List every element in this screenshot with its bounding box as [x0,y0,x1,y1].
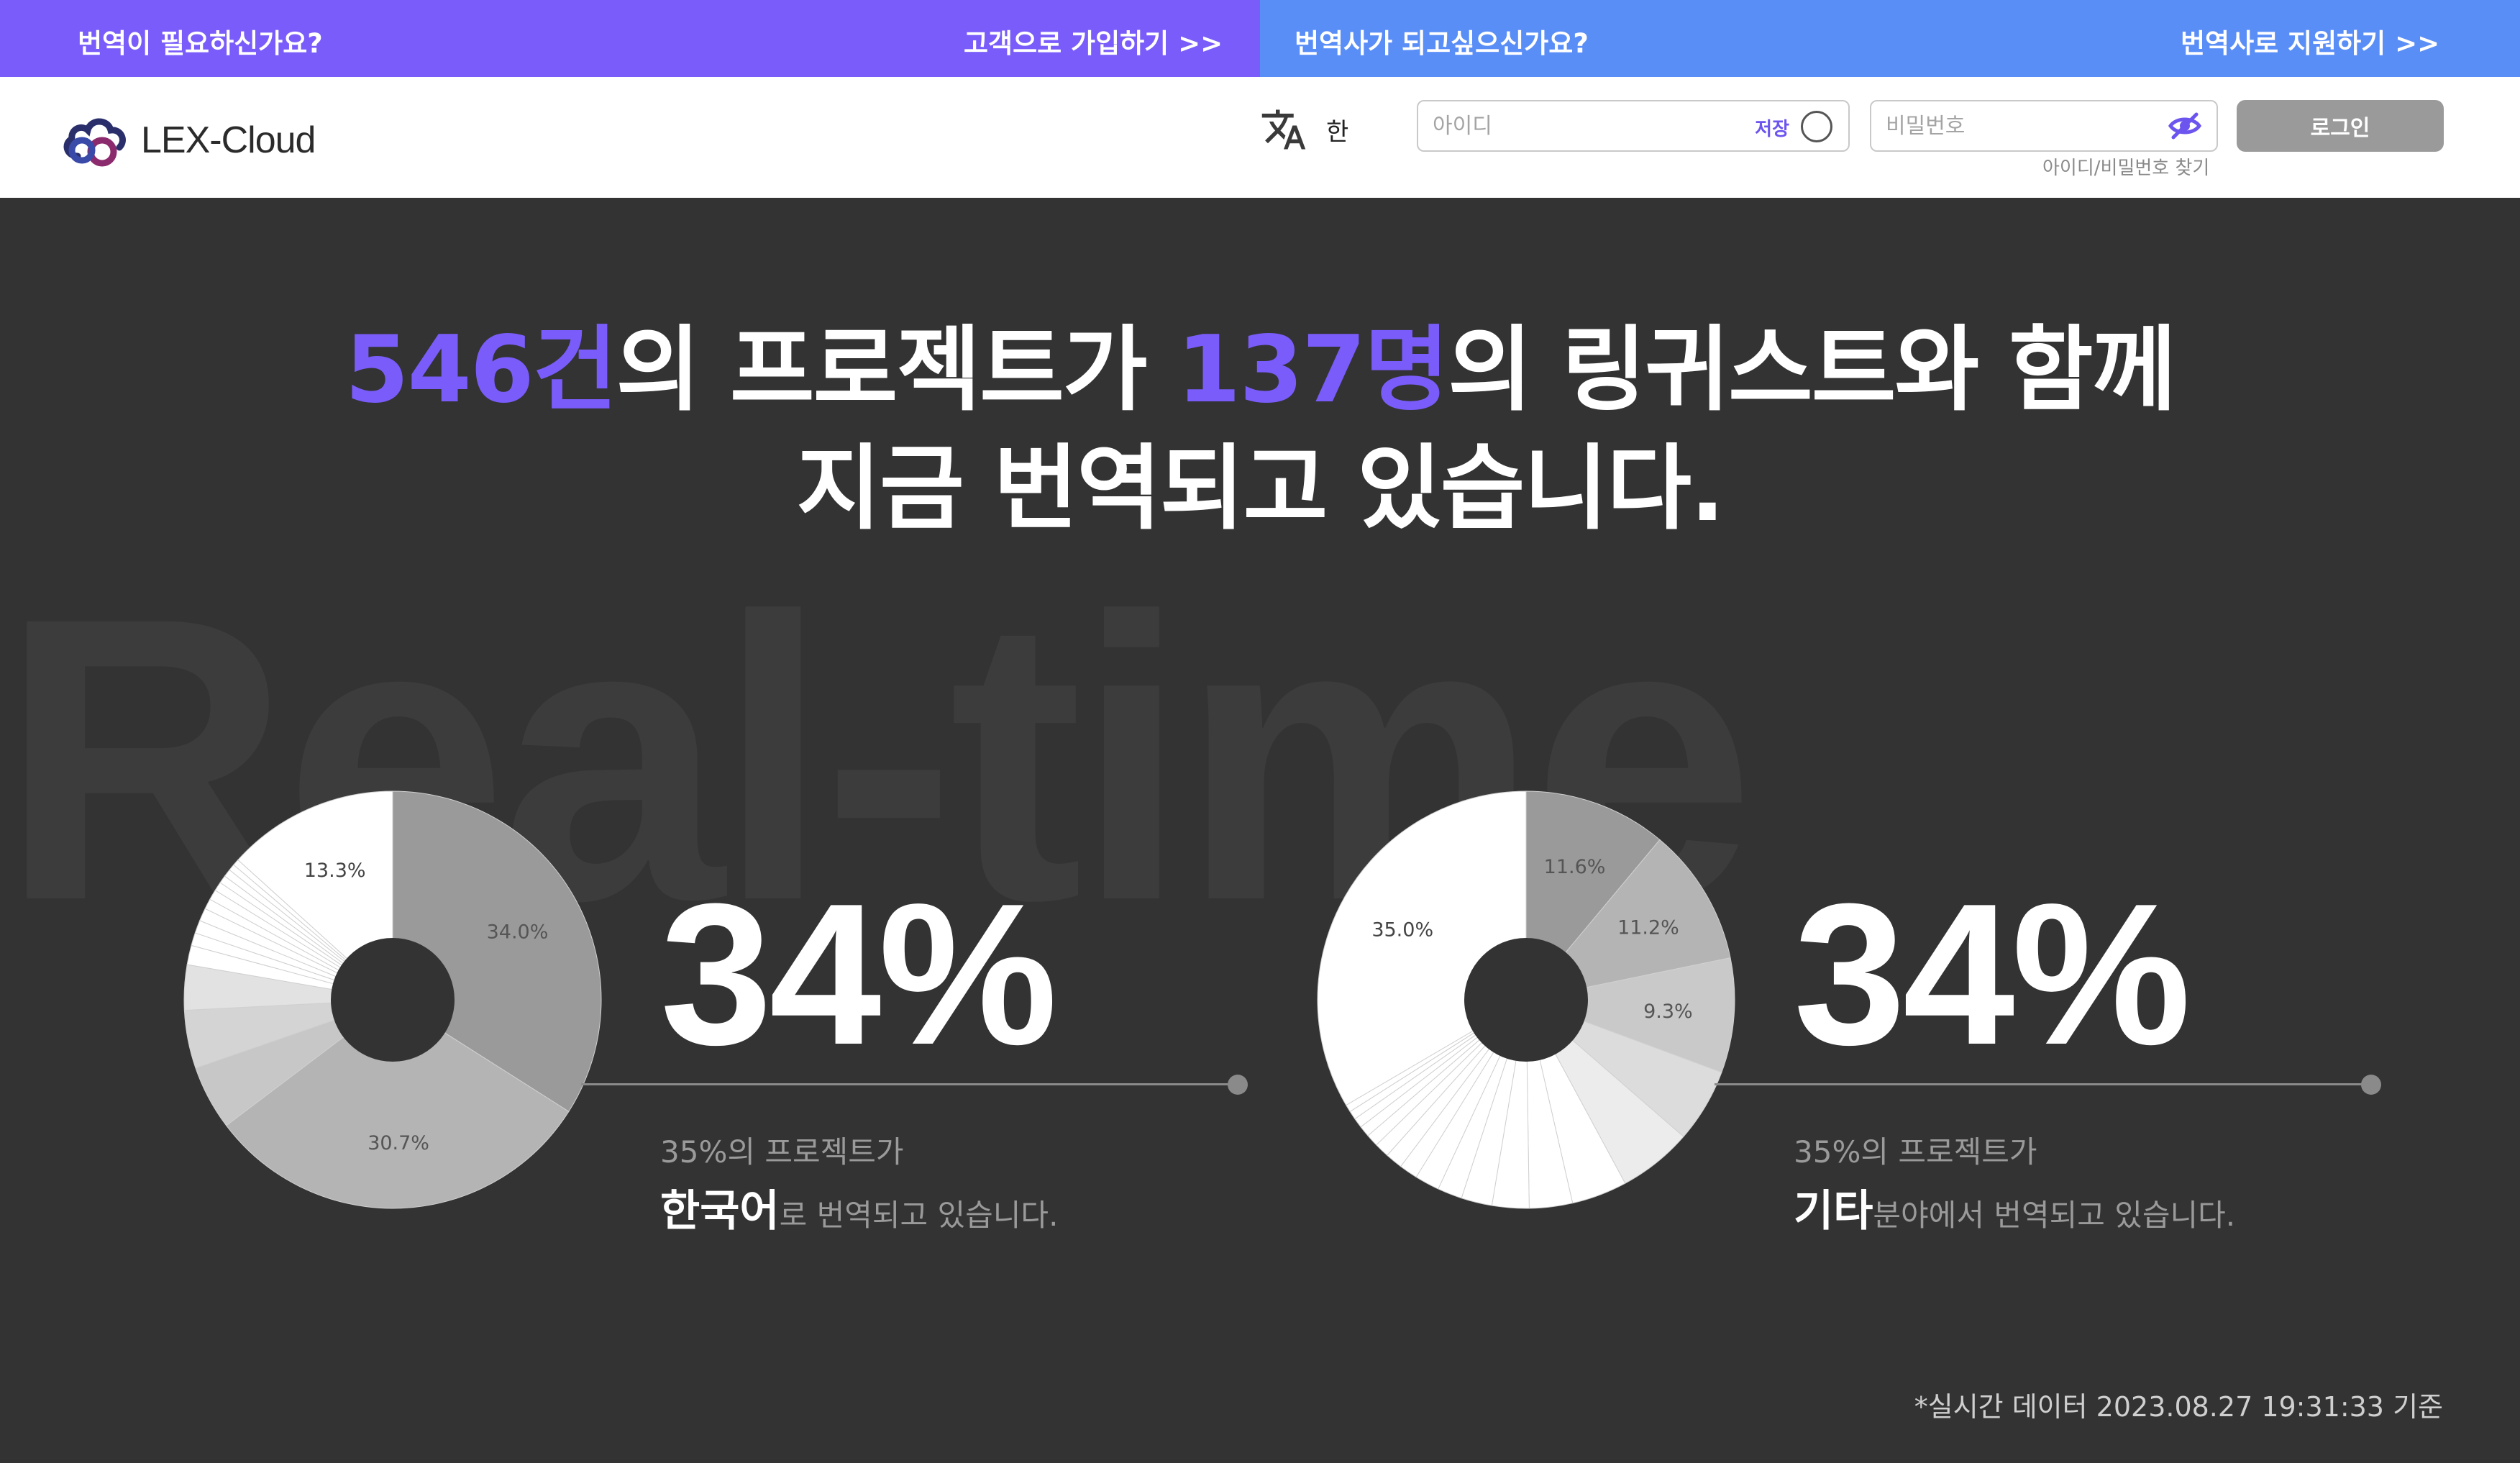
login-button[interactable]: 로그인 [2237,100,2444,152]
language-donut-chart: 34.0% 30.7% 13.3% [183,790,602,1209]
donut-slice-label: 13.3% [304,860,366,882]
field-stat-line2: 기타분야에서 번역되고 있습니다. [1794,1176,2235,1239]
donut-slice-label: 35.0% [1371,919,1433,942]
eye-slash-icon[interactable] [2168,111,2202,143]
field-connector-dot [2361,1075,2381,1095]
language-switcher[interactable]: 한 [1260,106,1348,153]
headline-line1: 546건의 프로젝트가 137명의 링귀스트와 함께 [0,295,2520,428]
headline-text-b: 의 링귀스트와 함께 [1448,316,2176,424]
language-big-percent: 34% [660,862,1057,1087]
translator-question: 번역사가 되고싶으신가요? [1295,28,1589,59]
field-stat-rest: 분야에서 번역되고 있습니다. [1873,1198,2236,1233]
password-input[interactable] [1886,111,2173,140]
donut-slice-label: 11.6% [1544,856,1606,878]
donut-slice-label: 11.2% [1617,916,1679,939]
field-donut-chart: 11.6% 11.2% 9.3% 35.0% [1317,790,1735,1209]
cloud-logo-icon [63,118,126,167]
field-stat-line1: 35%의 프로젝트가 [1794,1134,2037,1170]
field-highlight: 기타 [1794,1186,1873,1236]
realtime-footnote: *실시간 데이터 2023.08.27 19:31:33 기준 [1914,1391,2443,1423]
id-field: 저장 [1417,100,1850,152]
linguist-count: 137명 [1177,316,1449,424]
donut-slice-label: 9.3% [1643,1001,1693,1023]
id-input[interactable] [1433,111,1720,140]
header: LEX-Cloud 한 저장 로그인 아이디/비밀번호 찾기 [0,77,2520,198]
headline-text-a: 의 프로젝트가 [616,316,1177,424]
realtime-section: Real-time 546건의 프로젝트가 137명의 링귀스트와 함께 지금 … [0,198,2520,1460]
donut-hole [331,938,455,1062]
donut-slice-label: 30.7% [368,1132,429,1154]
language-label: 한 [1326,117,1349,147]
save-id-label: 저장 [1755,119,1789,140]
logo[interactable]: LEX-Cloud [60,111,316,169]
field-big-percent: 34% [1794,862,2191,1087]
language-connector-dot [1228,1075,1248,1095]
customer-banner: 번역이 필요하신가요? 고객으로 가입하기 >> [0,0,1260,77]
language-stat-line2: 한국어로 번역되고 있습니다. [660,1176,1058,1239]
translator-banner: 번역사가 되고싶으신가요? 번역사로 지원하기 >> [1260,0,2520,77]
save-id-toggle[interactable] [1801,111,1832,142]
language-connector-line [581,1083,1237,1085]
language-stat-line1: 35%의 프로젝트가 [660,1134,904,1170]
customer-signup-link[interactable]: 고객으로 가입하기 >> [964,22,1223,60]
translator-apply-link[interactable]: 번역사로 지원하기 >> [2181,22,2439,60]
password-field [1870,100,2218,152]
headline-line2: 지금 번역되고 있습니다. [796,435,1725,542]
project-count: 546건 [344,316,618,424]
top-banner: 번역이 필요하신가요? 고객으로 가입하기 >> 번역사가 되고싶으신가요? 번… [0,0,2520,77]
customer-question: 번역이 필요하신가요? [78,28,323,59]
donut-hole [1464,938,1588,1062]
donut-slice-label: 34.0% [487,921,549,944]
find-account-link[interactable]: 아이디/비밀번호 찾기 [2042,153,2209,180]
translate-icon [1261,109,1306,150]
field-connector-line [1715,1083,2370,1085]
language-highlight: 한국어 [660,1186,780,1236]
logo-text: LEX-Cloud [141,119,316,161]
language-stat-rest: 로 번역되고 있습니다. [779,1198,1059,1233]
